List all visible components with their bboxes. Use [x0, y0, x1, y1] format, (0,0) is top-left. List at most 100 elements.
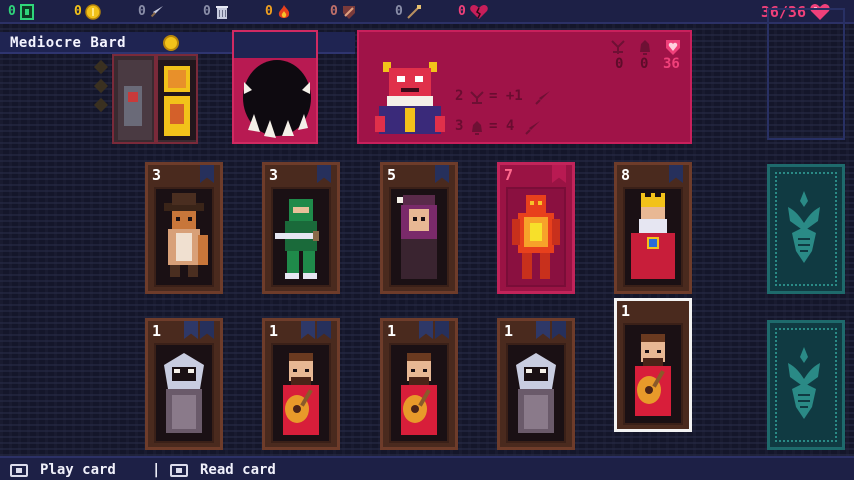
claw-icon	[611, 40, 625, 54]
heart-shield-icon	[666, 40, 680, 55]
ribbon-icon	[317, 165, 331, 183]
green-ninja-portrait	[275, 199, 319, 279]
market-deck[interactable]	[767, 164, 845, 294]
turn-dot	[93, 78, 109, 94]
card-icon	[19, 4, 34, 20]
card-cost: 3	[269, 166, 279, 184]
play-card-hint: Play card	[40, 462, 116, 478]
ribbon-icon	[301, 321, 315, 339]
bard-portrait	[401, 353, 437, 435]
card-cost: 1	[269, 322, 279, 340]
hooded-ghost-portrait	[164, 353, 204, 433]
read-card-hint: Read card	[200, 462, 276, 478]
gold-stat: 0	[74, 3, 101, 21]
health-counter: 36	[663, 56, 680, 72]
market-card[interactable]: 8	[614, 162, 692, 294]
fire-stat: 0	[265, 3, 292, 21]
card-art	[389, 187, 449, 287]
ribbon-icon	[552, 321, 566, 339]
ribbon-icon	[669, 165, 683, 183]
hand-card[interactable]: 1	[497, 318, 575, 450]
coin-icon	[85, 4, 101, 20]
hearts-stat: 0	[458, 3, 489, 21]
player-deck[interactable]	[767, 320, 845, 450]
fire-count: 0	[265, 4, 273, 19]
card-cost: 1	[387, 322, 397, 340]
hand-card[interactable]: 1	[262, 318, 340, 450]
claw-counter: 0	[615, 56, 624, 72]
card-cost: 1	[152, 322, 162, 340]
monster-mouth-art	[234, 32, 316, 142]
card-cost: 5	[387, 166, 397, 184]
hint-separator: |	[152, 462, 161, 478]
ribbon-icon	[435, 321, 449, 339]
deck-emblem-icon	[788, 191, 820, 263]
shield-icon	[342, 6, 355, 19]
market-card[interactable]: 7	[497, 162, 575, 294]
hearts-count: 0	[458, 4, 466, 19]
shields-stat: 0	[330, 3, 357, 21]
card-art	[506, 343, 566, 443]
bard-portrait	[283, 353, 319, 435]
card-art	[389, 343, 449, 443]
status-bar: 0 0 0 0 0 0 0 0 36/36	[0, 0, 854, 24]
card-art	[623, 323, 683, 425]
cards-count: 0	[8, 4, 16, 19]
card-art	[623, 187, 683, 287]
shields-count: 0	[330, 4, 338, 19]
king-portrait	[631, 193, 675, 279]
card-cost: 1	[621, 302, 631, 320]
cowboy-fox-portrait	[164, 193, 208, 277]
swords-stat: 0	[138, 3, 165, 21]
rule-result: = +1	[489, 88, 523, 104]
bell-counter: 0	[640, 56, 649, 72]
character-card[interactable]	[112, 54, 198, 144]
rule-count: 3	[455, 118, 464, 134]
market-card[interactable]: 5	[380, 162, 458, 294]
hand-card-selected[interactable]: 1	[614, 298, 692, 432]
sword-icon	[150, 6, 163, 18]
purple-witch-portrait	[397, 195, 437, 279]
card-art	[154, 187, 214, 287]
card-art	[154, 343, 214, 443]
card-cost: 8	[621, 166, 631, 184]
cards-stat: 0	[8, 3, 35, 21]
bell-icon	[640, 40, 650, 55]
rule-result: = 4	[489, 118, 515, 134]
bins-count: 0	[203, 4, 211, 19]
ribbon-icon	[552, 165, 566, 183]
broken-heart-icon	[470, 5, 488, 19]
gold-count: 0	[74, 4, 82, 19]
hooded-ghost-portrait	[516, 353, 556, 433]
claw-icon	[470, 91, 484, 104]
discard-slot[interactable]	[767, 8, 845, 140]
sword-icon	[525, 121, 540, 135]
card-cost: 7	[504, 166, 514, 184]
rule-count: 2	[455, 88, 464, 104]
ribbon-icon	[419, 321, 433, 339]
turn-indicator	[93, 59, 109, 119]
trash-bin-icon	[215, 6, 228, 19]
coin-icon	[163, 35, 179, 51]
wands-count: 0	[395, 4, 403, 19]
red-devil-monster	[375, 62, 445, 134]
encounter-panel: 0 0 36 2 = +1 3 = 4	[357, 30, 692, 144]
fire-demon-portrait	[512, 195, 560, 279]
wands-stat: 0	[395, 3, 422, 21]
monster-card[interactable]	[232, 30, 318, 144]
card-art	[271, 343, 331, 443]
hand-card[interactable]: 1	[145, 318, 223, 450]
market-card[interactable]: 3	[145, 162, 223, 294]
button-icon	[10, 464, 28, 477]
card-cost: 3	[152, 166, 162, 184]
turn-dot	[93, 59, 109, 75]
hand-card[interactable]: 1	[380, 318, 458, 450]
ribbon-icon	[536, 321, 550, 339]
market-card[interactable]: 3	[262, 162, 340, 294]
card-art	[506, 187, 566, 287]
controls-hint-bar: Play card | Read card	[0, 456, 854, 480]
card-cost: 1	[504, 322, 514, 340]
sword-icon	[535, 91, 550, 105]
bard-portrait	[635, 334, 671, 416]
ribbon-icon	[184, 321, 198, 339]
